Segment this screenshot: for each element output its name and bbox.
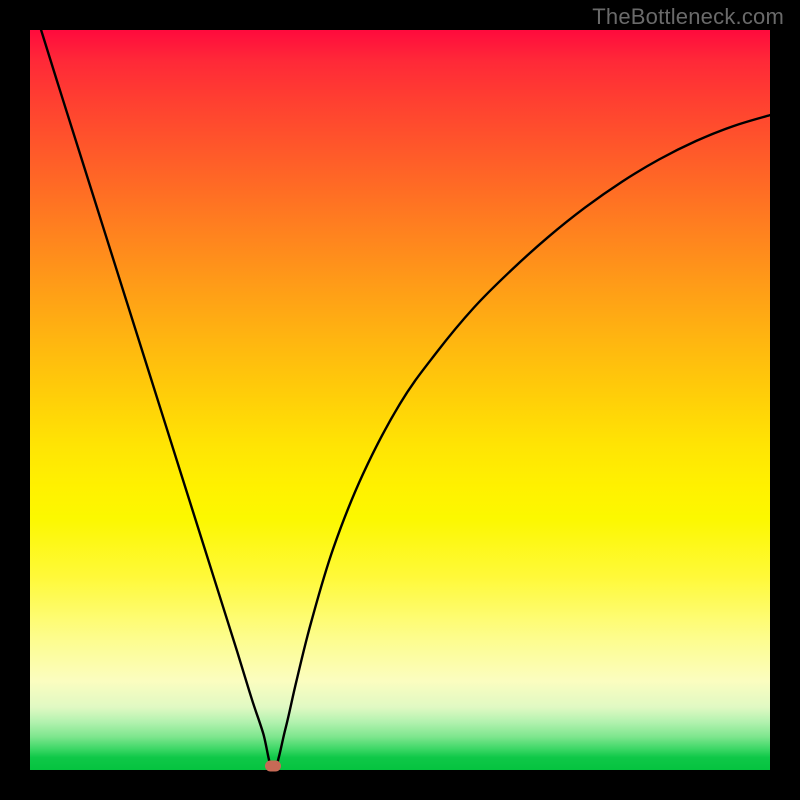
bottleneck-curve [30, 30, 770, 770]
image-frame: TheBottleneck.com [0, 0, 800, 800]
plot-area [30, 30, 770, 770]
attribution-text: TheBottleneck.com [592, 4, 784, 30]
minimum-marker [265, 761, 281, 772]
